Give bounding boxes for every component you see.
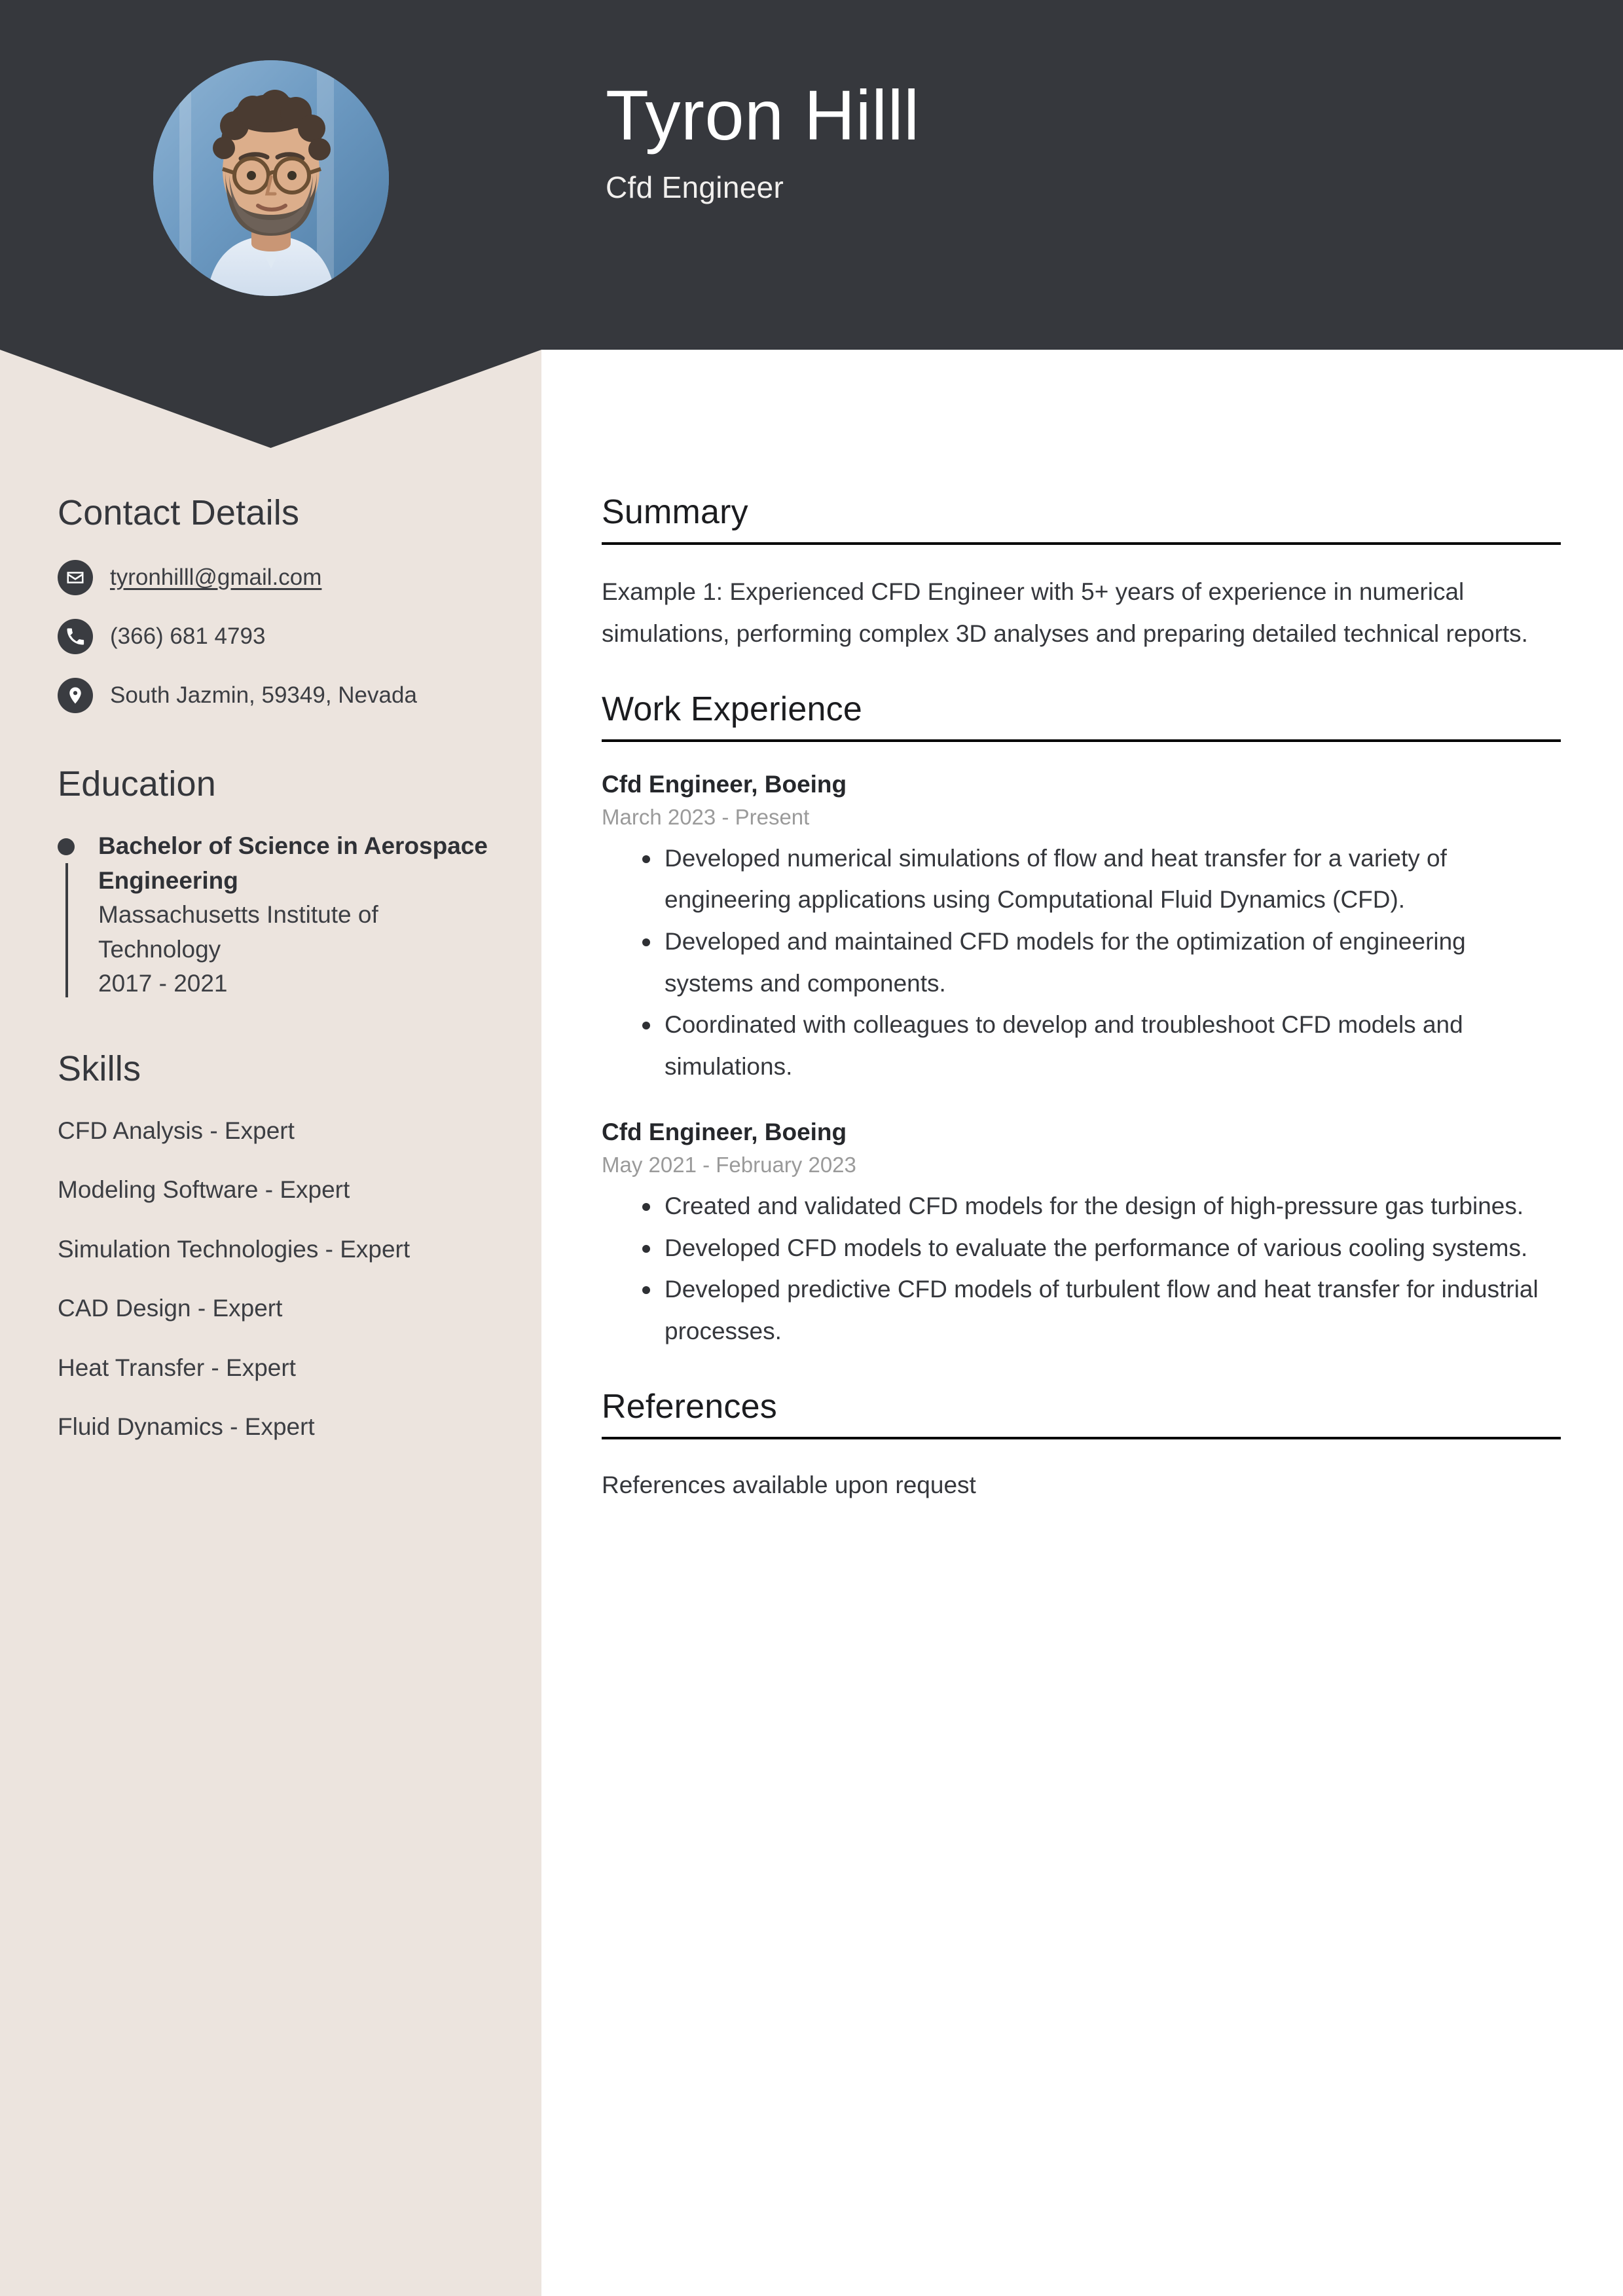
job-role: Cfd Engineer, Boeing: [602, 1119, 847, 1146]
references-heading: References: [602, 1388, 777, 1426]
sidebar: Contact Details tyronhilll@gmail.com (36…: [58, 492, 490, 1470]
contact-value-phone: (366) 681 4793: [110, 623, 266, 650]
header-job-title: Cfd Engineer: [606, 170, 784, 204]
education-dates: 2017 - 2021: [98, 970, 228, 997]
summary-text: Example 1: Experienced CFD Engineer with…: [602, 578, 1528, 647]
timeline-dot-icon: [58, 838, 75, 855]
job-dates: March 2023 - Present: [602, 805, 810, 830]
skill-item: Fluid Dynamics - Expert: [58, 1413, 315, 1441]
skill-item: Modeling Software - Expert: [58, 1176, 350, 1204]
contact-list: tyronhilll@gmail.com (366) 681 4793 Sout…: [58, 558, 490, 715]
skill-item: CAD Design - Expert: [58, 1295, 283, 1322]
skill-item: Simulation Technologies - Expert: [58, 1235, 410, 1263]
job-entry: Cfd Engineer, Boeing May 2021 - February…: [602, 1116, 1561, 1352]
header-text: Tyron Hilll Cfd Engineer: [606, 77, 1522, 205]
education-school: Massachusetts Institute of Technology: [98, 901, 378, 963]
contact-details-section: Contact Details tyronhilll@gmail.com (36…: [58, 492, 490, 715]
job-bullet-list: Created and validated CFD models for the…: [602, 1185, 1561, 1352]
resume-page: Tyron Hilll Cfd Engineer Contact Details…: [0, 0, 1623, 2296]
job-bullet-list: Developed numerical simulations of flow …: [602, 838, 1561, 1088]
contact-item-email[interactable]: tyronhilll@gmail.com: [58, 558, 490, 597]
contact-item-address[interactable]: South Jazmin, 59349, Nevada: [58, 676, 490, 715]
education-degree: Bachelor of Science in Aerospace Enginee…: [98, 832, 488, 894]
skills-list: CFD Analysis - Expert Modeling Software …: [58, 1114, 490, 1445]
references-text: References available upon request: [602, 1472, 976, 1499]
summary-section: Summary Example 1: Experienced CFD Engin…: [602, 492, 1561, 654]
timeline-line: [65, 863, 68, 997]
work-experience-heading: Work Experience: [602, 690, 862, 729]
education-section: Education Bachelor of Science in Aerospa…: [58, 764, 490, 1001]
contact-item-phone[interactable]: (366) 681 4793: [58, 617, 490, 656]
skill-item: Heat Transfer - Expert: [58, 1354, 296, 1381]
skills-section: Skills CFD Analysis - Expert Modeling So…: [58, 1048, 490, 1445]
location-pin-icon: [58, 678, 93, 713]
education-heading: Education: [58, 764, 216, 804]
references-section: References References available upon req…: [602, 1387, 1561, 1504]
main-content: Summary Example 1: Experienced CFD Engin…: [602, 492, 1561, 1540]
education-item: Bachelor of Science in Aerospace Enginee…: [58, 829, 490, 1001]
envelope-icon: [58, 560, 93, 595]
job-role: Cfd Engineer, Boeing: [602, 771, 847, 798]
work-experience-section: Work Experience Cfd Engineer, Boeing Mar…: [602, 690, 1561, 1352]
summary-heading: Summary: [602, 493, 748, 531]
job-bullet: Created and validated CFD models for the…: [602, 1185, 1561, 1227]
section-divider: [602, 542, 1561, 545]
avatar: [153, 60, 389, 296]
page-title: Tyron Hilll: [606, 75, 920, 155]
section-divider: [602, 739, 1561, 743]
job-entry: Cfd Engineer, Boeing March 2023 - Presen…: [602, 768, 1561, 1087]
contact-value-address: South Jazmin, 59349, Nevada: [110, 682, 417, 709]
section-divider: [602, 1437, 1561, 1440]
job-dates: May 2021 - February 2023: [602, 1153, 856, 1177]
contact-value-email[interactable]: tyronhilll@gmail.com: [110, 563, 321, 592]
phone-icon: [58, 619, 93, 654]
job-bullet: Coordinated with colleagues to develop a…: [602, 1004, 1561, 1087]
job-bullet: Developed predictive CFD models of turbu…: [602, 1268, 1561, 1352]
job-bullet: Developed numerical simulations of flow …: [602, 838, 1561, 921]
job-bullet: Developed CFD models to evaluate the per…: [602, 1227, 1561, 1269]
skill-item: CFD Analysis - Expert: [58, 1117, 295, 1144]
contact-details-heading: Contact Details: [58, 493, 300, 532]
skills-heading: Skills: [58, 1048, 141, 1088]
job-bullet: Developed and maintained CFD models for …: [602, 921, 1561, 1004]
